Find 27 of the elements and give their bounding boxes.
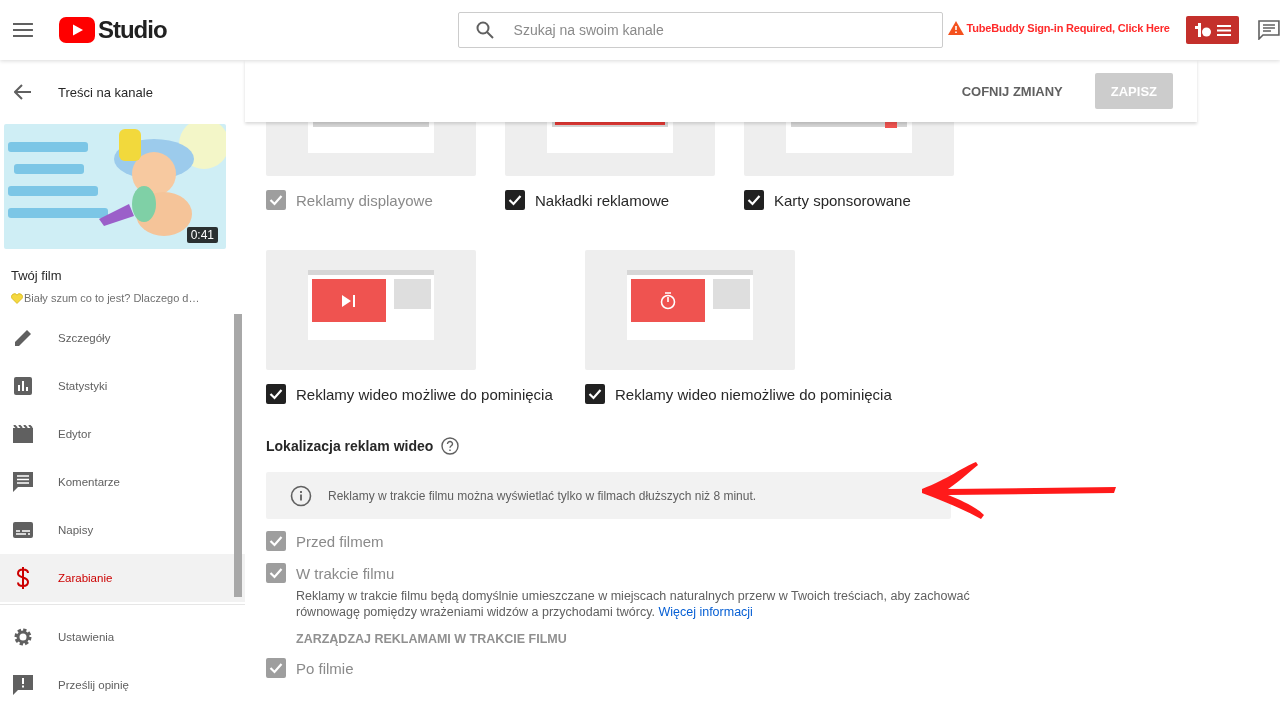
nav-item[interactable]: Zarabianie [0, 554, 245, 602]
checkbox-label: Karty sponsorowane [774, 191, 911, 209]
info-text: Reklamy w trakcie filmu można wyświetlać tylko w filmach dłuższych niż 8 minut. [328, 488, 757, 503]
nav-item[interactable]: Szczegóły [0, 314, 245, 362]
video-label: Twój film [11, 268, 63, 283]
duration-badge: 0:41 [186, 227, 218, 243]
nav-item[interactable]: Komentarze [0, 458, 245, 506]
tubebuddy-warning-link[interactable]: TubeBuddy Sign-in Required, Click Here [947, 21, 1170, 35]
section-heading: Lokalizacja reklam wideo [266, 438, 434, 454]
page-title: Treści na kanale [58, 84, 153, 100]
checkbox-label: Reklamy displayowe [296, 191, 433, 209]
checkbox-label: Reklamy wideo możliwe do pominięcia [296, 385, 553, 403]
checkbox-label: Przed filmem [296, 532, 384, 550]
nav-item[interactable]: Napisy [0, 506, 245, 554]
checkbox-label: Reklamy wideo niemożliwe do pominięcia [615, 385, 892, 403]
option-description: Reklamy w trakcie filmu będą domyślnie umieszczane w miejscach naturalnych przerw w Twoich treściach, aby zachować równowagę pomiędzy wrażeniami widzów a przychodami twórcy. Więcej informacji [296, 588, 971, 620]
nav-item[interactable]: Statystyki [0, 362, 245, 410]
checkbox-label: W trakcie filmu [296, 564, 395, 582]
brand-name: Studio [97, 16, 167, 44]
search-field[interactable]: Szukaj na swoim kanale [457, 12, 943, 48]
nav-item[interactable]: Edytor [0, 410, 245, 458]
video-title: Biały szum co to jest? Dlaczego d… [24, 292, 200, 304]
checkbox-label: Po filmie [296, 659, 354, 677]
discard-button[interactable]: COFNIJ ZMIANY [945, 73, 1079, 109]
nav-item[interactable]: Ustawienia [0, 613, 245, 661]
nav-item[interactable]: Prześlij opinię [0, 661, 245, 709]
checkbox-label: Nakładki reklamowe [535, 191, 670, 209]
